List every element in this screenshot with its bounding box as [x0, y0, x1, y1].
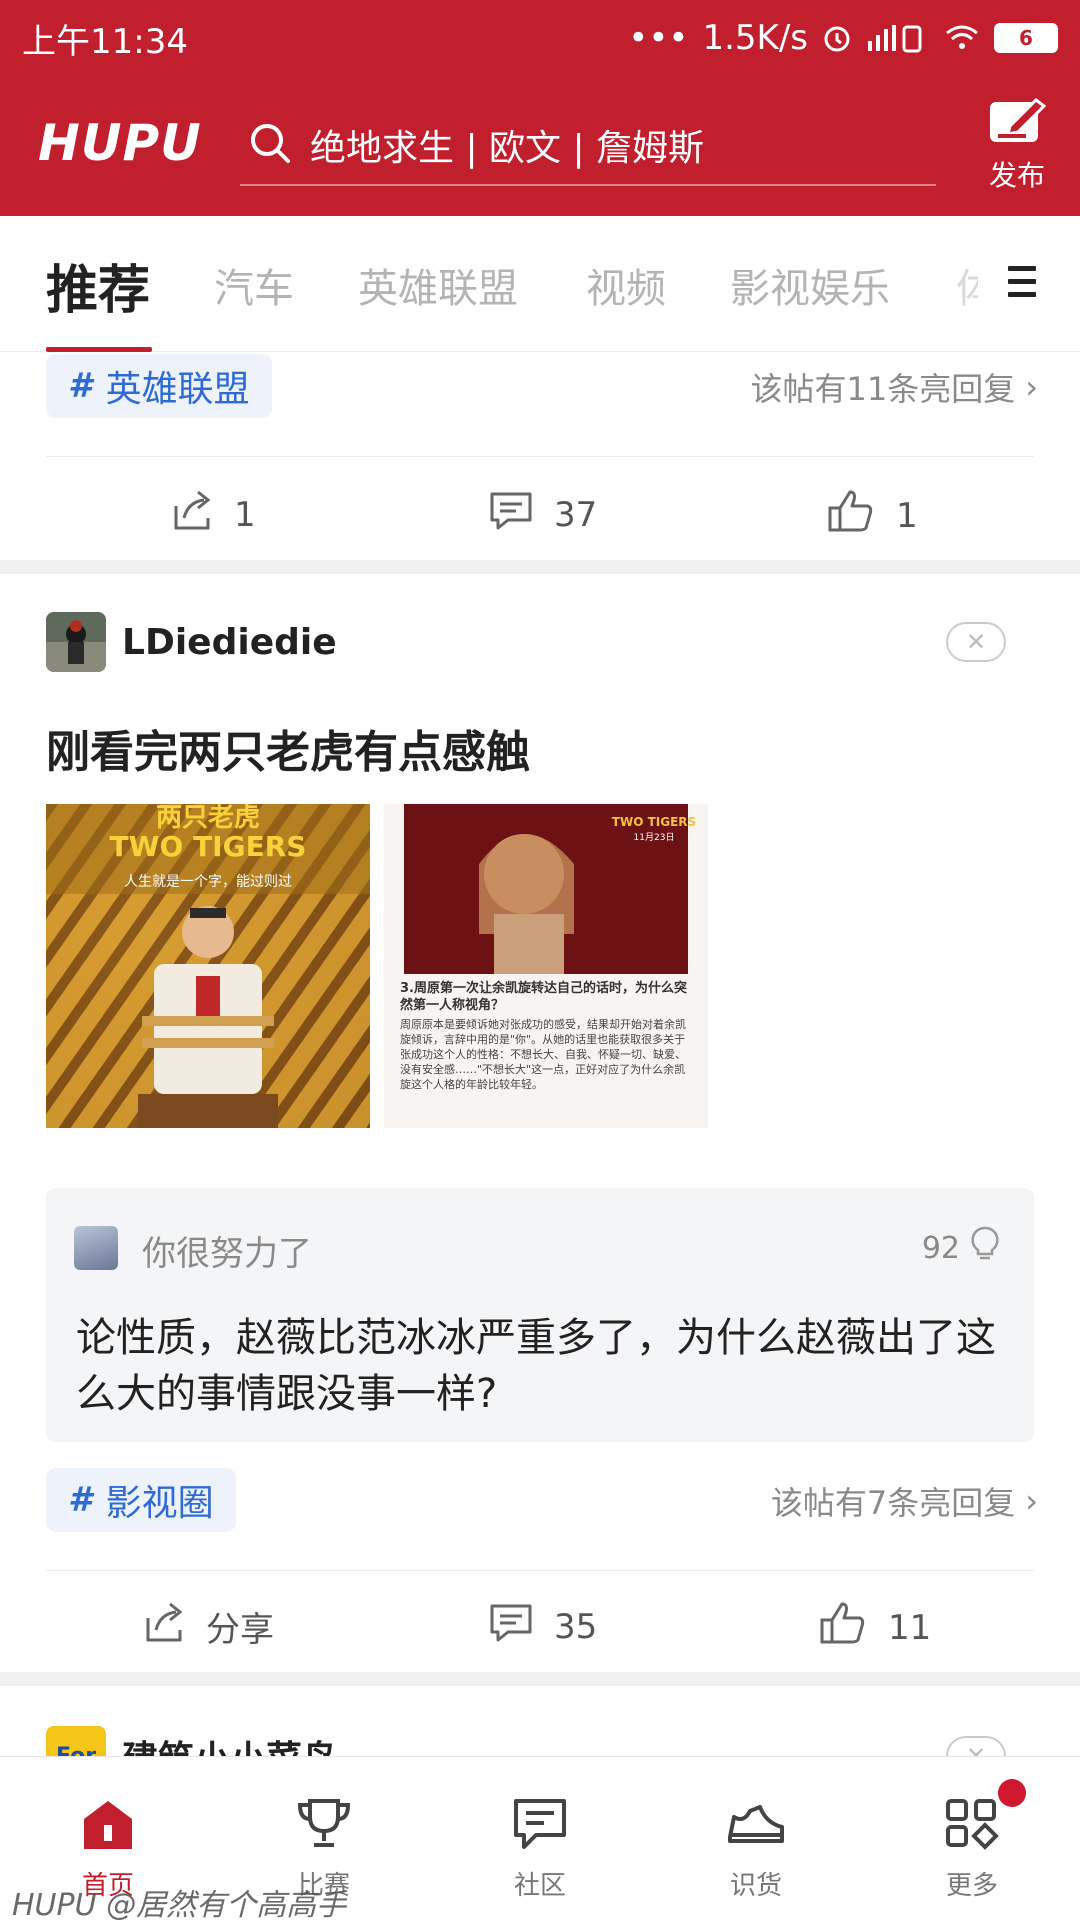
nav-community-label: 社区: [513, 1871, 566, 1901]
post2-action-bar: 分享 35 11: [0, 1574, 1080, 1674]
network-speed: 1.5K/s: [702, 18, 808, 58]
post2-author[interactable]: LDiediedie: [46, 612, 337, 672]
post1-share-button[interactable]: 1: [170, 488, 256, 541]
post2-like-count: 11: [888, 1607, 932, 1648]
divider: [46, 1570, 1034, 1571]
topic-hash-icon: #: [68, 366, 92, 406]
nav-more[interactable]: 更多: [864, 1757, 1080, 1921]
category-tabs: 推荐 汽车 英雄联盟 视频 影视娱乐 体: [0, 216, 1080, 352]
post1-tag-label: 英雄联盟: [105, 369, 250, 410]
tab-car[interactable]: 汽车: [214, 256, 294, 314]
lightbulb-icon: [970, 1226, 1000, 1270]
highlight-comment[interactable]: 你很努力了 92 论性质，赵薇比范冰冰严重多了，为什么赵薇出了这么大的事情跟没事…: [46, 1188, 1034, 1442]
comment-icon: [488, 1600, 534, 1653]
card-separator: [0, 1672, 1080, 1686]
poster2-caption-heading: 3.周原第一次让余凯旋转达自己的话时，为什么突然第一人称视角？: [400, 981, 687, 1013]
publish-button[interactable]: 发布: [972, 96, 1062, 206]
wifi-icon: [944, 23, 980, 53]
comment-like-count: 92: [921, 1230, 960, 1266]
share-icon: [170, 488, 214, 541]
search-bar[interactable]: 绝地求生 | 欧文 | 詹姆斯: [240, 106, 936, 186]
app-header: HUPU 绝地求生 | 欧文 | 詹姆斯 发布: [0, 76, 1080, 216]
nav-shop[interactable]: 识货: [648, 1757, 864, 1921]
post2-title[interactable]: 刚看完两只老虎有点感触: [46, 716, 530, 780]
poster-title-cn: 两只老虎: [156, 804, 260, 833]
notification-dot: [998, 1779, 1026, 1807]
post2-username: LDiediedie: [122, 621, 337, 663]
avatar[interactable]: [46, 612, 106, 672]
chevron-right-icon: ›: [1025, 368, 1038, 406]
post2-share-label: 分享: [206, 1610, 274, 1650]
tab-lol[interactable]: 英雄联盟: [358, 256, 518, 314]
thumbs-up-icon: [818, 1600, 868, 1655]
alarm-icon: [822, 23, 852, 53]
post2-like-button[interactable]: 11: [818, 1600, 931, 1655]
edit-icon: [988, 96, 1047, 148]
card-separator: [0, 560, 1080, 574]
post2-comment-count: 35: [554, 1606, 598, 1647]
more-dots-icon: •••: [628, 18, 689, 58]
watermark: HUPU @居然有个高高手: [12, 1888, 347, 1923]
tab-video[interactable]: 视频: [586, 256, 666, 314]
post2-hot-replies[interactable]: 该帖有7条亮回复 ›: [771, 1478, 1038, 1524]
post1-like-button[interactable]: 1: [826, 488, 918, 543]
sneaker-icon: [726, 1797, 786, 1855]
share-icon: [142, 1600, 186, 1653]
post1-comment-button[interactable]: 37: [488, 488, 597, 541]
tab-menu-icon[interactable]: [1008, 266, 1036, 305]
post2-image-1[interactable]: 两只老虎 TWO TIGERS 人生就是一个字，能过则过: [46, 804, 370, 1128]
close-icon: ✕: [965, 628, 987, 656]
poster-title-en: TWO TIGERS: [110, 830, 307, 863]
post1-like-count: 1: [896, 495, 918, 536]
home-icon: [80, 1797, 136, 1855]
nav-community[interactable]: 社区: [432, 1757, 648, 1921]
poster-text-image: TWO TIGERS 11月23日 3.周原第一次让余凯旋转达自己的话时，为什么…: [400, 804, 696, 1091]
comment-icon: [488, 488, 534, 541]
nav-shop-label: 识货: [729, 1871, 782, 1901]
poster-slogan: 人生就是一个字，能过则过: [124, 874, 292, 890]
tiger-poster-image: 两只老虎 TWO TIGERS 人生就是一个字，能过则过: [46, 804, 370, 1128]
post1-comment-count: 37: [554, 494, 598, 535]
topic-hash-icon: #: [68, 1480, 92, 1520]
hupu-logo: HUPU: [38, 114, 202, 172]
post1-action-bar: 1 37 1: [0, 460, 1080, 560]
poster2-caption-body: 周原原本是要倾诉她对张成功的感受，结果却开始对着余凯旋倾诉，言辞中用的是"你"。…: [400, 1018, 686, 1091]
divider: [46, 456, 1034, 457]
search-icon: [248, 121, 292, 169]
comment-likes[interactable]: 92: [922, 1226, 1000, 1270]
status-icons: ••• 1.5K/s 6: [628, 18, 1058, 58]
post1-tag[interactable]: # 英雄联盟: [46, 354, 272, 418]
poster2-title-en: TWO TIGERS: [612, 815, 696, 829]
tab-sports[interactable]: 体: [956, 256, 978, 314]
thumbs-up-icon: [826, 488, 876, 543]
chat-icon: [512, 1797, 568, 1855]
post2-comment-button[interactable]: 35: [488, 1600, 597, 1653]
battery-icon: 6: [994, 23, 1058, 53]
tab-recommend[interactable]: 推荐: [46, 248, 150, 323]
grid-icon: [944, 1797, 1000, 1855]
post2-image-2[interactable]: TWO TIGERS 11月23日 3.周原第一次让余凯旋转达自己的话时，为什么…: [384, 804, 708, 1128]
status-bar: 上午11:34 ••• 1.5K/s 6: [0, 0, 1080, 76]
poster2-date: 11月23日: [634, 832, 675, 843]
status-time: 上午11:34: [22, 21, 188, 62]
post1-hot-replies-label: 该帖有11条亮回复: [750, 370, 1016, 408]
comment-username: 你很努力了: [142, 1234, 312, 1274]
nav-more-label: 更多: [945, 1871, 998, 1901]
post1-hot-replies[interactable]: 该帖有11条亮回复 ›: [750, 364, 1038, 410]
publish-label: 发布: [988, 159, 1045, 192]
post2-tag-label: 影视圈: [105, 1483, 214, 1524]
chevron-right-icon: ›: [1025, 1482, 1038, 1520]
tab-entertainment[interactable]: 影视娱乐: [730, 256, 890, 314]
dismiss-button[interactable]: ✕: [946, 622, 1006, 662]
post2-tag[interactable]: # 影视圈: [46, 1468, 236, 1532]
signal-icon: [866, 23, 930, 53]
search-placeholder: 绝地求生 | 欧文 | 詹姆斯: [310, 128, 705, 169]
trophy-icon: [296, 1797, 352, 1855]
post2-hot-replies-label: 该帖有7条亮回复: [770, 1484, 1016, 1522]
avatar[interactable]: [74, 1226, 118, 1270]
post2-share-button[interactable]: 分享: [142, 1600, 274, 1653]
comment-text: 论性质，赵薇比范冰冰严重多了，为什么赵薇出了这么大的事情跟没事一样?: [76, 1315, 996, 1417]
active-tab-indicator: [46, 347, 152, 352]
post1-share-count: 1: [234, 494, 256, 535]
